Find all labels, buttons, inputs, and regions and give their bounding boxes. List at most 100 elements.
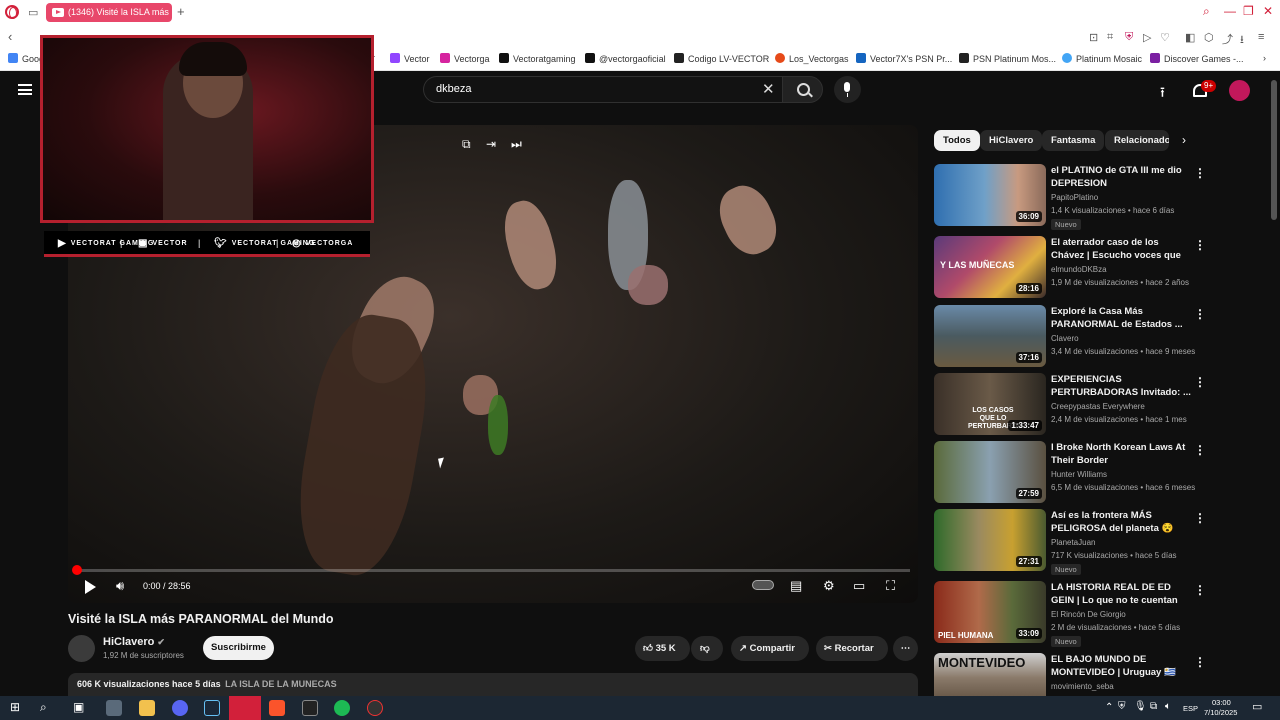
recommendation-title[interactable]: Así es la frontera MÁS PELIGROSA del pla…: [1051, 509, 1191, 535]
browser-tab-active[interactable]: (1346) Visité la ISLA más: [46, 3, 172, 22]
more-options-icon[interactable]: ⋮: [1194, 583, 1206, 597]
share-icon[interactable]: ⤴: [1222, 31, 1233, 47]
recommendation-channel[interactable]: movimiento_seba: [1051, 682, 1114, 691]
dislike-button[interactable]: 👎︎: [691, 636, 723, 661]
volume-icon[interactable]: 🔊︎: [116, 578, 124, 594]
bookmark-platinum-mosaic[interactable]: Platinum Mosaic: [1062, 53, 1142, 64]
progress-bar[interactable]: [76, 569, 910, 572]
notification-center-icon[interactable]: ▭: [1252, 700, 1262, 713]
bookmark-codigo[interactable]: Codigo LV-VECTOR: [674, 53, 769, 64]
recommendation-channel[interactable]: PapitoPlatino: [1051, 193, 1098, 202]
opera-logo-icon[interactable]: [5, 5, 19, 19]
autoplay-toggle[interactable]: [752, 580, 774, 590]
recommendation-title[interactable]: El aterrador caso de los Chávez | Escuch…: [1051, 236, 1191, 263]
extension-pin-icon[interactable]: ⊡: [1089, 31, 1098, 44]
channel-avatar[interactable]: [68, 635, 95, 662]
bookmark-vectorgaoficial[interactable]: @vectorgaoficial: [585, 53, 666, 64]
network-icon[interactable]: ⧉: [1150, 701, 1157, 712]
windows-start-icon[interactable]: ⊞: [10, 700, 20, 714]
more-options-icon[interactable]: ⋮: [1194, 307, 1206, 321]
search-button[interactable]: [782, 76, 823, 103]
video-thumbnail[interactable]: 37:16: [934, 305, 1046, 367]
video-thumbnail[interactable]: 36:09: [934, 164, 1046, 226]
discord-icon[interactable]: [172, 700, 188, 716]
close-icon[interactable]: ✕: [1263, 4, 1273, 18]
search-input[interactable]: [436, 83, 736, 95]
steam-icon[interactable]: [204, 700, 220, 716]
microphone-icon[interactable]: 🎙︎: [1134, 701, 1147, 712]
bookmark-psn-profile[interactable]: Vector7X's PSN Pr...: [856, 53, 952, 64]
recommendation-item[interactable]: MONTEVIDEO EL BAJO MUNDO DE MONTEVIDEO |…: [934, 653, 1264, 696]
voice-search-icon[interactable]: [834, 76, 861, 103]
opera-taskbar-icon[interactable]: [229, 696, 261, 720]
clip-button[interactable]: ✂ Recortar: [816, 636, 888, 661]
search-tabs-icon[interactable]: ⌕: [1203, 4, 1210, 19]
extension-play-icon[interactable]: ▷: [1143, 31, 1151, 44]
recommendation-item[interactable]: LOS CASOS QUE LO PERTURBARON 1:33:47 EXP…: [934, 373, 1264, 435]
clear-search-icon[interactable]: ✕: [762, 80, 775, 98]
extensions-icon[interactable]: ⬡: [1204, 31, 1214, 44]
video-thumbnail[interactable]: Y LAS MUÑECAS 28:16: [934, 236, 1046, 298]
recommendation-channel[interactable]: elmundoDKBza: [1051, 265, 1107, 274]
recommendation-item[interactable]: 27:31 Así es la frontera MÁS PELIGROSA d…: [934, 509, 1264, 575]
more-options-icon[interactable]: ⋮: [1194, 443, 1206, 457]
new-tab-icon[interactable]: +: [177, 4, 185, 19]
extension-capture-icon[interactable]: ⌗: [1107, 31, 1113, 44]
bookmark-psn-platinum[interactable]: PSN Platinum Mos...: [959, 53, 1056, 64]
account-avatar[interactable]: [1229, 80, 1250, 101]
recommendation-title[interactable]: Exploré la Casa Más PARANORMAL de Estado…: [1051, 305, 1191, 331]
download-icon[interactable]: ⭳: [1240, 31, 1244, 50]
miniplayer-icon[interactable]: ⧉: [462, 137, 471, 152]
recommendation-title[interactable]: el PLATINO de GTA III me dio DEPRESION: [1051, 164, 1191, 190]
recommendation-channel[interactable]: Hunter Williams: [1051, 470, 1107, 479]
app-icon[interactable]: [106, 700, 122, 716]
clock-date[interactable]: 7/10/2025: [1204, 708, 1237, 717]
task-view-icon[interactable]: ▣: [73, 700, 84, 714]
recommendation-title[interactable]: EXPERIENCIAS PERTURBADORAS Invitado: ...: [1051, 373, 1191, 399]
extension-shield-icon[interactable]: ⛨: [1125, 31, 1133, 44]
bookmark-discover-games[interactable]: Discover Games -...: [1150, 53, 1244, 64]
more-options-icon[interactable]: ⋮: [1194, 655, 1206, 669]
obs-icon[interactable]: [367, 700, 383, 716]
app-icon[interactable]: [302, 700, 318, 716]
chips-next-icon[interactable]: ›: [1182, 133, 1186, 147]
back-icon[interactable]: ‹: [8, 29, 12, 44]
video-thumbnail[interactable]: PIEL HUMANA 33:09: [934, 581, 1046, 643]
fullscreen-icon[interactable]: ⛶: [886, 578, 895, 594]
workspaces-icon[interactable]: ▭: [28, 6, 38, 19]
menu-icon[interactable]: ≡: [1258, 31, 1264, 43]
description-box[interactable]: 606 K visualizaciones hace 5 días LA ISL…: [68, 673, 918, 697]
progress-scrubber[interactable]: [72, 565, 82, 575]
theater-mode-icon[interactable]: ▭: [853, 578, 865, 594]
recommendation-channel[interactable]: PlanetaJuan: [1051, 538, 1095, 547]
video-thumbnail[interactable]: LOS CASOS QUE LO PERTURBARON 1:33:47: [934, 373, 1046, 435]
recommendation-title[interactable]: EL BAJO MUNDO DE MONTEVIDEO | Uruguay 🇺🇾: [1051, 653, 1191, 679]
create-upload-icon[interactable]: ⭱: [1160, 82, 1165, 106]
search-icon[interactable]: ⌕: [40, 700, 47, 715]
recommendation-item[interactable]: Y LAS MUÑECAS 28:16 El aterrador caso de…: [934, 236, 1264, 298]
subscribe-button[interactable]: Suscribirme: [203, 636, 274, 660]
clock-time[interactable]: 03:00: [1212, 698, 1231, 707]
channel-name[interactable]: HiClavero ✔: [103, 636, 165, 648]
extension-d-icon[interactable]: ◧: [1185, 31, 1195, 44]
settings-gear-icon[interactable]: ⚙: [823, 578, 835, 594]
bookmark-vectoratgaming[interactable]: Vectoratgaming: [499, 53, 576, 64]
file-explorer-icon[interactable]: [139, 700, 155, 716]
chip-relacionado[interactable]: Relacionado: [1105, 130, 1169, 151]
spotify-icon[interactable]: [334, 700, 350, 716]
video-thumbnail[interactable]: MONTEVIDEO: [934, 653, 1046, 696]
skip-next-icon[interactable]: ⏭: [511, 137, 522, 152]
chip-all[interactable]: Todos: [934, 130, 980, 151]
bookmark-vectorga[interactable]: Vectorga: [440, 53, 490, 64]
like-button[interactable]: 👍︎ 35 K: [635, 636, 690, 661]
tray-overflow-icon[interactable]: ⌃: [1105, 702, 1113, 713]
cast-icon[interactable]: ⇥: [486, 137, 496, 151]
more-options-icon[interactable]: ⋮: [1194, 375, 1206, 389]
subtitles-icon[interactable]: ▤: [790, 578, 802, 594]
more-options-icon[interactable]: ⋮: [1194, 238, 1206, 252]
recommendation-item[interactable]: PIEL HUMANA 33:09 LA HISTORIA REAL DE ED…: [934, 581, 1264, 647]
recommendation-item[interactable]: 27:59 I Broke North Korean Laws At Their…: [934, 441, 1264, 503]
recommendation-title[interactable]: I Broke North Korean Laws At Their Borde…: [1051, 441, 1191, 467]
favorite-heart-icon[interactable]: ♡: [1160, 31, 1170, 44]
recommendation-item[interactable]: 37:16 Exploré la Casa Más PARANORMAL de …: [934, 305, 1264, 367]
